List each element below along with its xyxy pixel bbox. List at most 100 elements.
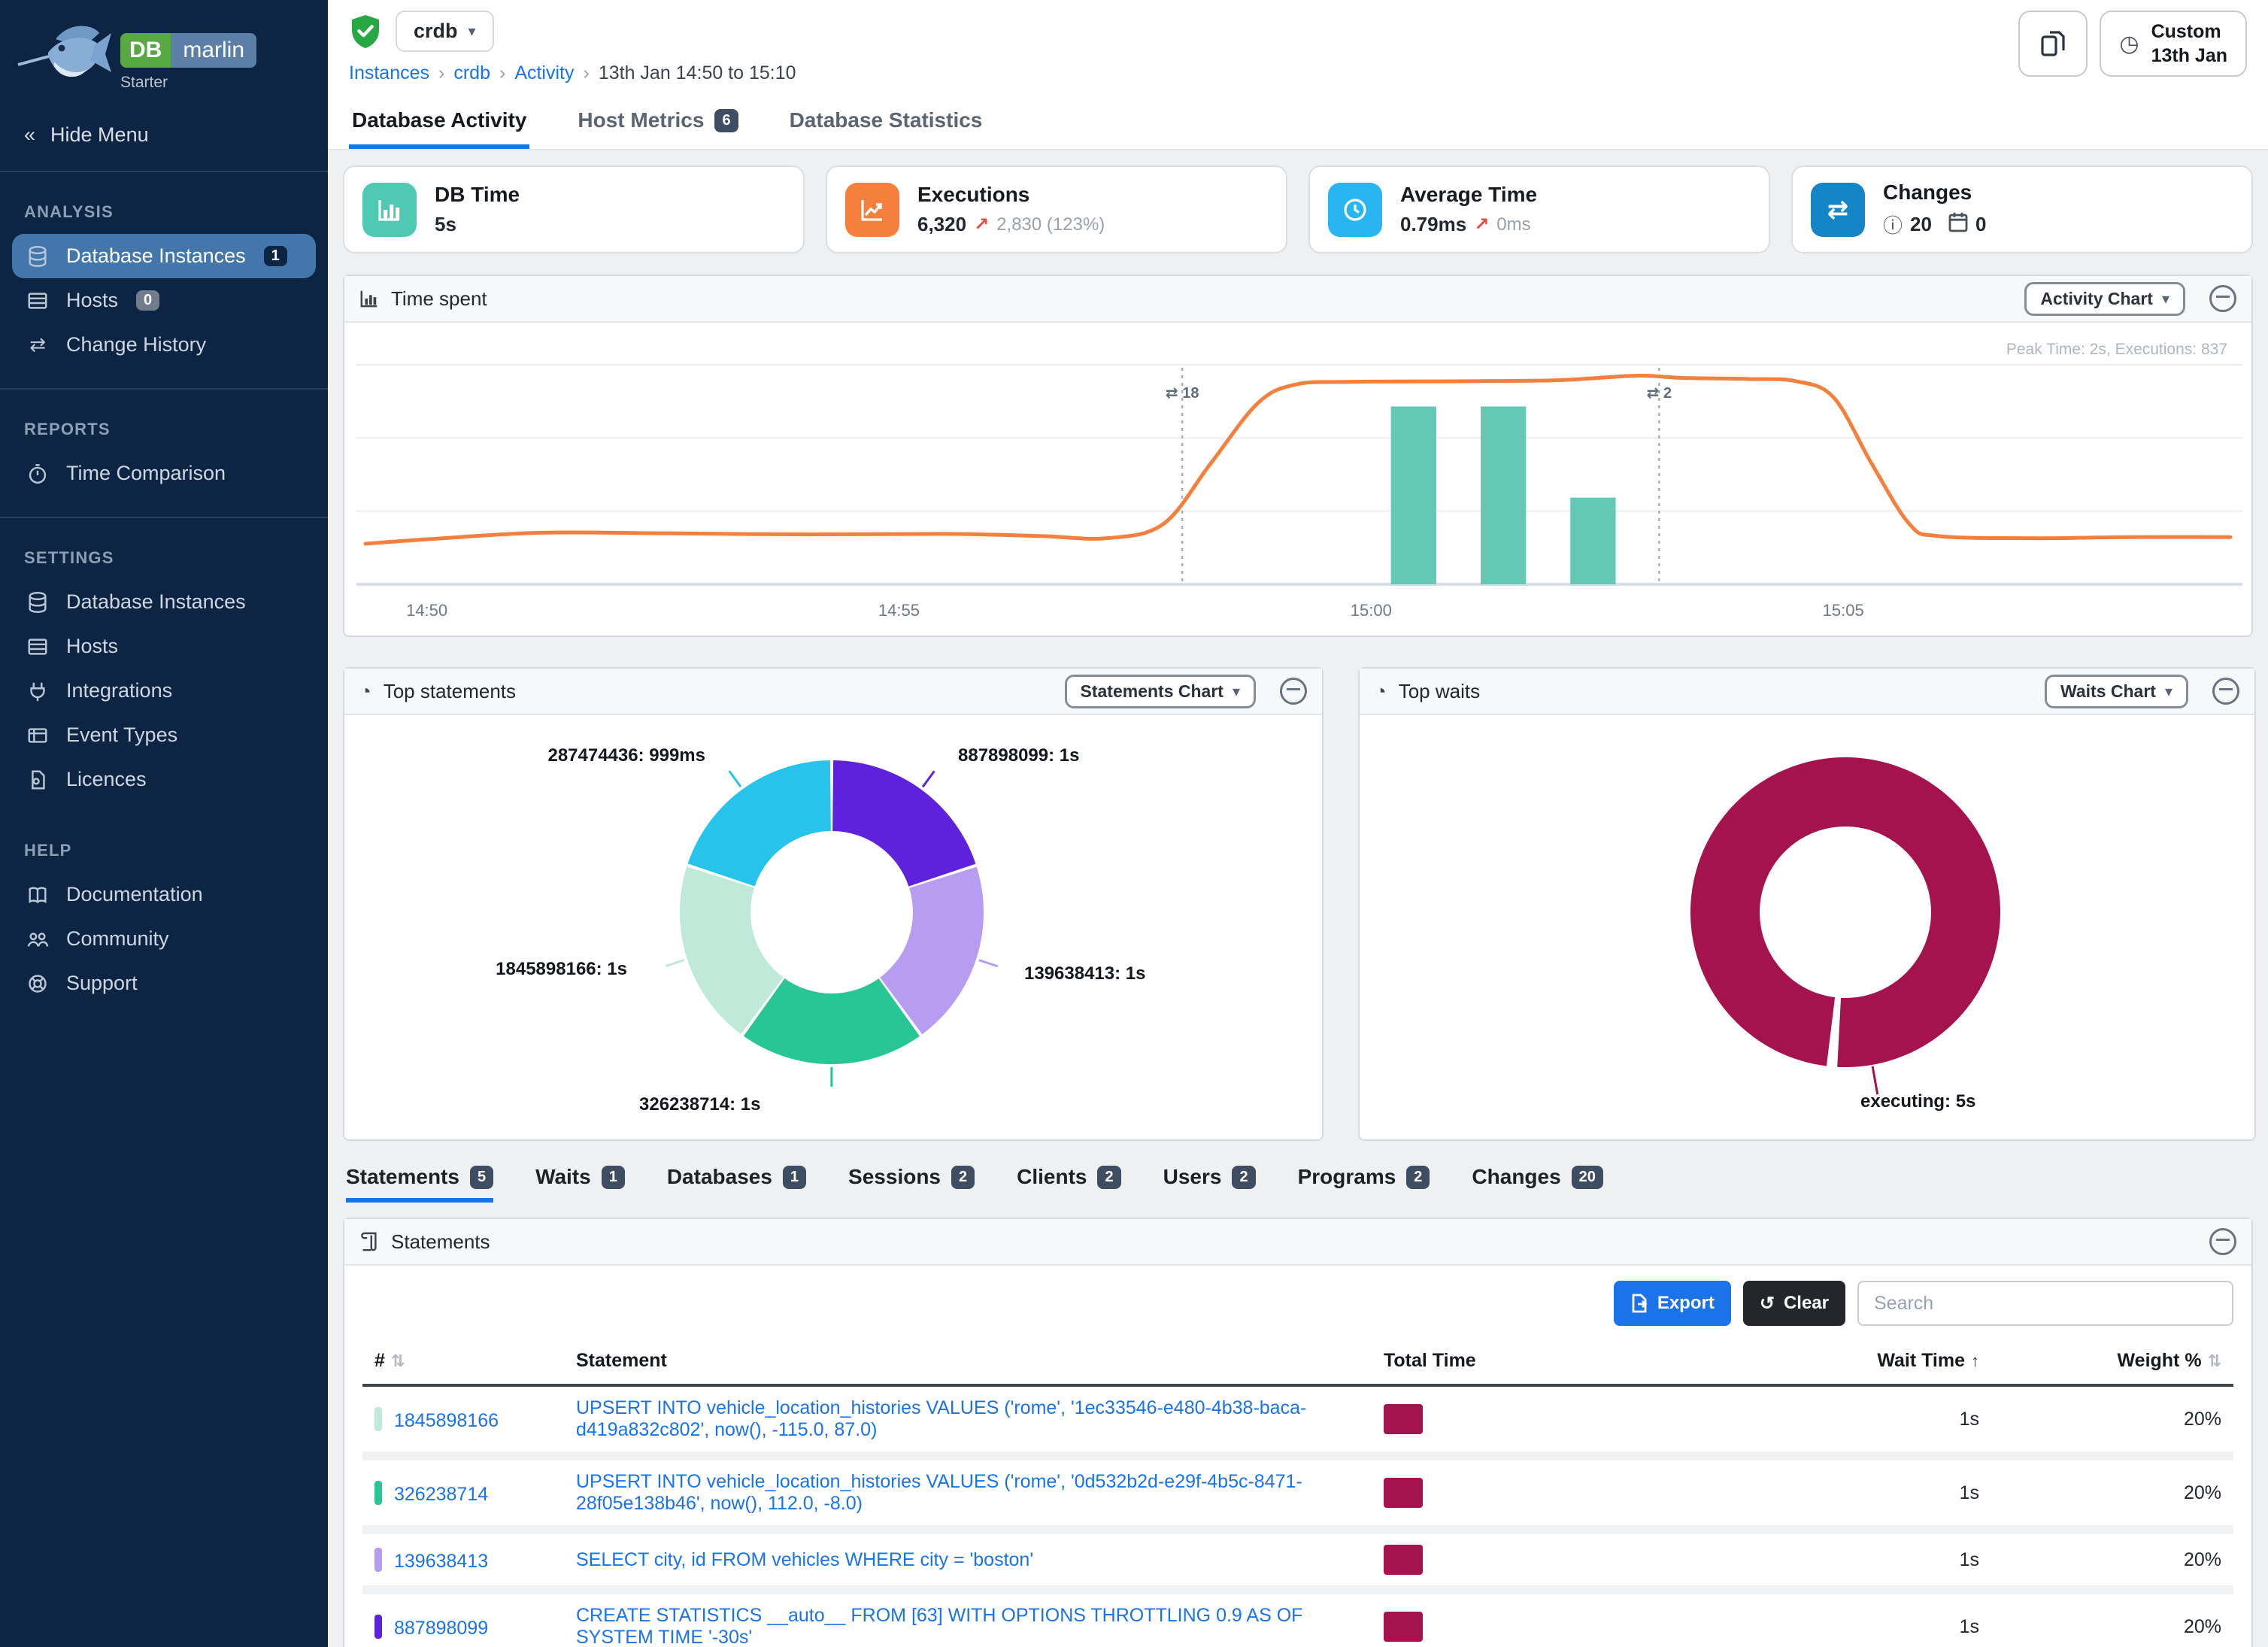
waits-donut-chart[interactable]: executing: 5s (1360, 715, 2254, 1139)
column-header-weight[interactable]: Weight %⇅ (1991, 1338, 2233, 1385)
sort-icon[interactable]: ⇅ (2208, 1351, 2221, 1370)
breadcrumb-activity[interactable]: Activity (514, 62, 574, 84)
donut-label: 287474436: 999ms (547, 745, 705, 766)
tab-waits[interactable]: Waits1 (535, 1165, 625, 1203)
sidebar-item-support[interactable]: Support (12, 961, 316, 1005)
tab-users[interactable]: Users2 (1163, 1165, 1256, 1203)
pie-chart-icon: ◔ (1375, 680, 1387, 703)
trend-up-icon: ↗ (974, 214, 989, 235)
column-header-wait-time[interactable]: Wait Time↑ (1644, 1338, 1991, 1385)
tab-programs[interactable]: Programs2 (1298, 1165, 1430, 1203)
sort-icon[interactable]: ↑ (1971, 1351, 1979, 1370)
panel-title: Time spent (391, 287, 487, 311)
plan-label: Starter (120, 74, 256, 92)
statements-donut-chart[interactable]: 287474436: 999ms 887898099: 1s 184589816… (344, 715, 1322, 1139)
instance-selector[interactable]: crdb ▾ (396, 11, 494, 52)
statement-link[interactable]: UPSERT INTO vehicle_location_histories V… (576, 1471, 1302, 1514)
sidebar-item-change-history[interactable]: ⇄ Change History (12, 323, 316, 367)
waits-chart-select[interactable]: Waits Chart ▾ (2045, 675, 2188, 708)
time-spent-chart[interactable]: Peak Time: 2s, Executions: 837 ⇄ 18⇄ 214… (344, 323, 2251, 635)
search-input[interactable] (1857, 1281, 2233, 1326)
clock-icon: ◷ (2119, 29, 2139, 59)
statement-link[interactable]: UPSERT INTO vehicle_location_histories V… (576, 1397, 1306, 1440)
sidebar-item-time-comparison[interactable]: Time Comparison (12, 451, 316, 496)
tab-database-statistics[interactable]: Database Statistics (787, 93, 986, 149)
sidebar-divider (0, 388, 328, 390)
sidebar-item-settings-database-instances[interactable]: Database Instances (12, 580, 316, 624)
sidebar-item-documentation[interactable]: Documentation (12, 872, 316, 917)
statement-id-link[interactable]: 326238714 (394, 1484, 488, 1505)
copy-button[interactable] (2018, 11, 2088, 77)
tab-sessions[interactable]: Sessions2 (848, 1165, 975, 1203)
tab-clients[interactable]: Clients2 (1017, 1165, 1120, 1203)
table-toolbar: Export ↺ Clear (344, 1266, 2251, 1335)
peak-note: Peak Time: 2s, Executions: 837 (2006, 341, 2227, 359)
collapse-panel-button[interactable] (1280, 678, 1307, 705)
tab-changes[interactable]: Changes20 (1472, 1165, 1603, 1203)
breadcrumb: Instances › crdb › Activity › 13th Jan 1… (349, 62, 2247, 84)
breadcrumb-instances[interactable]: Instances (349, 62, 429, 84)
top-statements-panel: ◔ Top statements Statements Chart ▾ 2874… (343, 667, 1324, 1141)
tab-database-activity[interactable]: Database Activity (349, 93, 529, 149)
column-header-total-time: Total Time (1372, 1338, 1644, 1385)
breadcrumb-separator: › (499, 62, 505, 84)
color-chip (374, 1615, 382, 1639)
statement-id-link[interactable]: 887898099 (394, 1618, 488, 1639)
donut-label: 1845898166: 1s (496, 959, 627, 980)
sidebar-item-integrations[interactable]: Integrations (12, 669, 316, 713)
collapse-panel-button[interactable] (2209, 285, 2236, 312)
bar-chart-icon (362, 183, 417, 237)
color-chip (374, 1481, 382, 1505)
svg-text:⇄ 18: ⇄ 18 (1166, 385, 1199, 402)
statement-id-link[interactable]: 139638413 (394, 1551, 488, 1572)
time-range-button[interactable]: ◷ Custom13th Jan (2100, 11, 2247, 77)
changes-event-count: 0 (1975, 213, 1986, 236)
statement-link[interactable]: CREATE STATISTICS __auto__ FROM [63] WIT… (576, 1605, 1302, 1647)
book-icon (24, 884, 51, 906)
sort-icon[interactable]: ⇅ (391, 1351, 405, 1370)
weight-value: 20% (1991, 1530, 2233, 1590)
chevron-down-icon: ▾ (468, 22, 476, 41)
brand-logo: DBmarlin Starter (0, 0, 328, 105)
lifebuoy-icon (24, 972, 51, 995)
hide-menu-button[interactable]: « Hide Menu (0, 105, 328, 165)
donut-label: 326238714: 1s (639, 1094, 760, 1115)
sidebar-item-database-instances[interactable]: Database Instances 1 (12, 234, 316, 278)
sidebar-item-settings-hosts[interactable]: Hosts (12, 624, 316, 669)
clear-button[interactable]: ↺ Clear (1743, 1281, 1845, 1326)
tab-host-metrics[interactable]: Host Metrics 6 (575, 93, 741, 149)
svg-text:14:50: 14:50 (406, 601, 447, 620)
card-db-time: DB Time 5s (343, 165, 805, 253)
changes-info-count: 20 (1910, 213, 1932, 236)
average-time-value: 0.79ms (1400, 213, 1466, 236)
collapse-panel-button[interactable] (2212, 678, 2239, 705)
card-changes: ⇄ Changes ⓘ 20 0 (1791, 165, 2253, 253)
top-waits-panel: ◔ Top waits Waits Chart ▾ executing: 5s (1358, 667, 2256, 1141)
activity-chart-select[interactable]: Activity Chart ▾ (2024, 282, 2185, 316)
column-header-num[interactable]: #⇅ (362, 1338, 564, 1385)
sidebar-item-community[interactable]: Community (12, 917, 316, 961)
table-row: 1845898166 UPSERT INTO vehicle_location_… (362, 1385, 2233, 1456)
stopwatch-icon (24, 463, 51, 485)
undo-icon: ↺ (1760, 1293, 1775, 1315)
sidebar-item-event-types[interactable]: Event Types (12, 713, 316, 757)
breadcrumb-crdb[interactable]: crdb (453, 62, 490, 84)
brand-marlin: marlin (171, 33, 256, 68)
weight-value: 20% (1991, 1385, 2233, 1456)
collapse-panel-button[interactable] (2209, 1228, 2236, 1255)
sidebar-item-licences[interactable]: Licences (12, 757, 316, 802)
swap-arrows-icon: ⇄ (1811, 183, 1865, 237)
trend-up-icon: ↗ (1474, 214, 1489, 235)
tab-statements[interactable]: Statements5 (346, 1165, 493, 1203)
tab-databases[interactable]: Databases1 (667, 1165, 806, 1203)
statement-id-link[interactable]: 1845898166 (394, 1410, 499, 1431)
svg-text:15:05: 15:05 (1823, 601, 1864, 620)
line-chart-icon (845, 183, 899, 237)
weight-value: 20% (1991, 1456, 2233, 1530)
event-icon (24, 724, 51, 747)
export-button[interactable]: Export (1614, 1281, 1731, 1326)
sidebar-item-hosts[interactable]: Hosts 0 (12, 278, 316, 323)
statements-chart-select[interactable]: Statements Chart ▾ (1065, 675, 1256, 708)
plug-icon (24, 680, 51, 702)
statement-link[interactable]: SELECT city, id FROM vehicles WHERE city… (576, 1549, 1033, 1570)
